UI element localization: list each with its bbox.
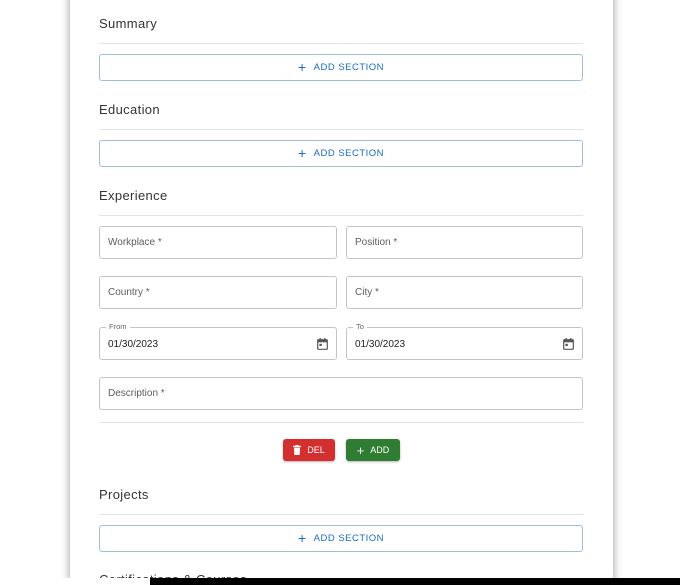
divider: [99, 422, 583, 423]
plus-icon: +: [297, 145, 307, 161]
plus-icon: +: [356, 442, 365, 458]
position-placeholder: Position *: [355, 237, 398, 248]
position-field[interactable]: Position *: [346, 226, 583, 259]
calendar-icon[interactable]: [563, 338, 574, 350]
plus-icon: +: [297, 59, 307, 75]
country-field[interactable]: Country *: [99, 276, 337, 309]
calendar-icon[interactable]: [317, 338, 328, 350]
from-date-label: From: [106, 322, 130, 332]
add-section-label: ADD SECTION: [313, 148, 385, 159]
plus-icon: +: [297, 530, 307, 546]
from-date-field[interactable]: From 01/30/2023: [99, 322, 337, 360]
add-summary-section-button[interactable]: + ADD SECTION: [99, 54, 583, 81]
add-experience-button[interactable]: + ADD: [346, 439, 400, 461]
workplace-field[interactable]: Workplace *: [99, 226, 337, 259]
city-placeholder: City *: [355, 287, 379, 298]
section-title-experience: Experience: [99, 188, 168, 203]
section-title-projects: Projects: [99, 487, 149, 502]
section-title-summary: Summary: [99, 16, 158, 31]
city-field[interactable]: City *: [346, 276, 583, 309]
to-date-label: To: [353, 322, 367, 332]
add-projects-section-button[interactable]: + ADD SECTION: [99, 525, 583, 552]
add-section-label: ADD SECTION: [313, 533, 385, 544]
resume-form-card: Summary + ADD SECTION Education + ADD SE…: [70, 0, 613, 580]
description-placeholder: Description *: [108, 388, 165, 399]
delete-label: DEL: [307, 445, 325, 455]
section-title-education: Education: [99, 102, 160, 117]
divider: [99, 215, 583, 216]
from-date-value: 01/30/2023: [108, 339, 159, 350]
trash-icon: [293, 445, 302, 455]
add-education-section-button[interactable]: + ADD SECTION: [99, 140, 583, 167]
to-date-value: 01/30/2023: [355, 339, 406, 350]
bottom-edge-gap: [0, 578, 150, 585]
add-label: ADD: [370, 445, 390, 455]
delete-experience-button[interactable]: DEL: [283, 439, 335, 461]
divider: [99, 514, 583, 515]
divider: [99, 43, 583, 44]
bottom-edge-bar: [0, 578, 680, 585]
workplace-placeholder: Workplace *: [108, 237, 162, 248]
to-date-field[interactable]: To 01/30/2023: [346, 322, 583, 360]
divider: [99, 129, 583, 130]
description-field[interactable]: Description *: [99, 377, 583, 410]
add-section-label: ADD SECTION: [313, 62, 385, 73]
country-placeholder: Country *: [108, 287, 150, 298]
